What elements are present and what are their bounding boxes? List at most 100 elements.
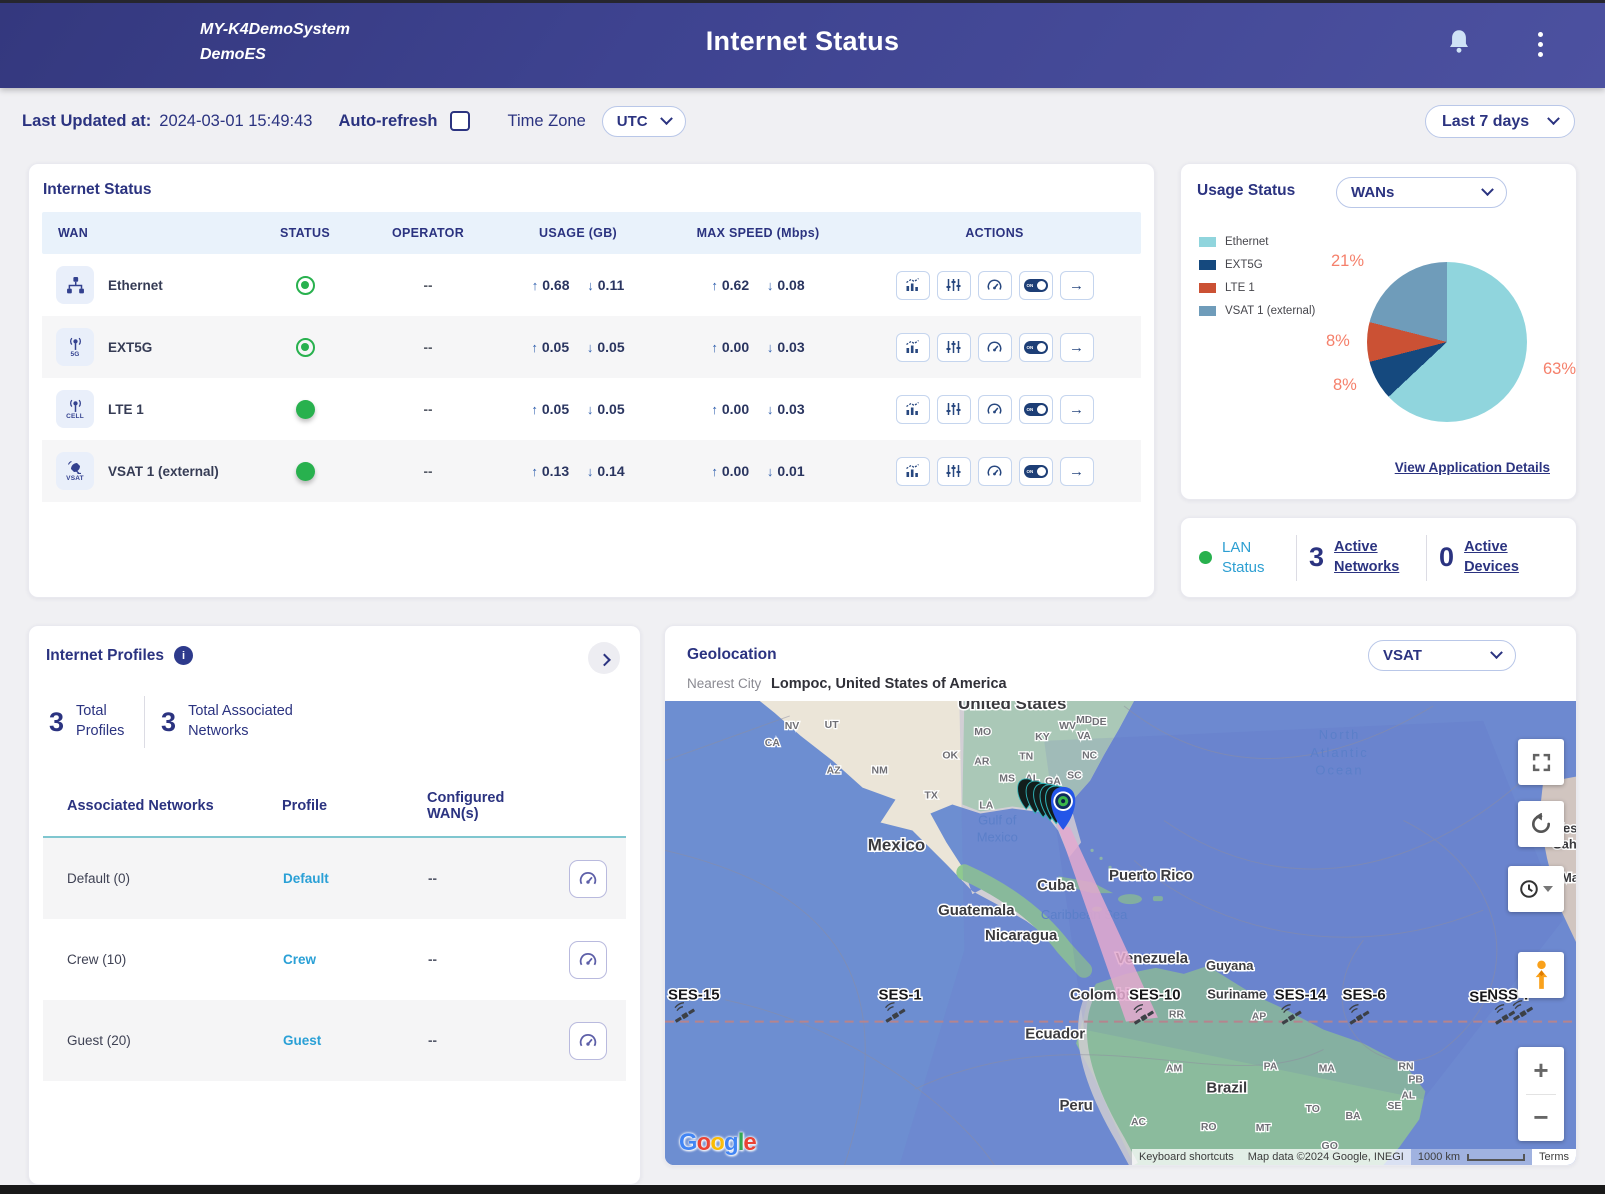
operator-cell: -- xyxy=(368,464,488,479)
legend-swatch xyxy=(1199,237,1216,247)
notifications-button[interactable] xyxy=(1443,28,1475,60)
wan-enable-toggle[interactable]: ON xyxy=(1019,271,1053,300)
state-label: MO xyxy=(974,727,991,738)
associated-network: Default (0) xyxy=(43,871,258,886)
usage-upload: 0.68 xyxy=(542,277,569,293)
divider xyxy=(1296,535,1297,581)
internet-status-card: Internet Status WAN STATUS OPERATOR USAG… xyxy=(28,163,1155,598)
wan-speedtest-button[interactable] xyxy=(978,457,1012,486)
profile-speed-button[interactable] xyxy=(569,941,607,979)
active-devices-link[interactable]: Active Devices xyxy=(1464,538,1544,577)
col-configured-wans: Configured WAN(s) xyxy=(403,790,543,822)
pie-label: 8% xyxy=(1326,332,1350,351)
window-top-edge xyxy=(0,0,1605,3)
wan-type-badge: VSAT xyxy=(66,475,84,482)
configured-wans: -- xyxy=(403,1033,543,1048)
wan-enable-toggle[interactable]: ON xyxy=(1019,333,1053,362)
chevron-down-icon xyxy=(1547,112,1560,125)
date-range-value: Last 7 days xyxy=(1442,113,1529,131)
wan-cell: CELL LTE 1 xyxy=(42,390,242,428)
state-label: AM xyxy=(1166,1063,1183,1074)
water-label: North xyxy=(1319,727,1361,742)
satellite-label: SES-1 xyxy=(879,987,922,1004)
view-application-details-link[interactable]: View Application Details xyxy=(1395,460,1550,475)
wan-enable-toggle[interactable]: ON xyxy=(1019,395,1053,424)
divider xyxy=(144,696,145,748)
last-updated-label: Last Updated at: xyxy=(22,112,151,131)
active-networks-link[interactable]: Active Networks xyxy=(1334,538,1414,577)
map-data-attribution: Map data ©2024 Google, INEGI xyxy=(1241,1149,1411,1165)
wan-stats-button[interactable] xyxy=(896,457,930,486)
wan-enable-toggle[interactable]: ON xyxy=(1019,457,1053,486)
state-label: MS xyxy=(999,774,1015,785)
active-devices-count: 0 xyxy=(1439,542,1454,573)
status-connected-icon xyxy=(296,276,315,295)
wan-stats-button[interactable] xyxy=(896,333,930,362)
nearest-city-value: Lompoc, United States of America xyxy=(771,676,1007,692)
terms-link[interactable]: Terms xyxy=(1532,1149,1576,1165)
wan-type-badge: 5G xyxy=(70,351,79,358)
pegman-button[interactable] xyxy=(1518,952,1564,998)
profile-speed-button[interactable] xyxy=(569,1022,607,1060)
wan-configure-button[interactable] xyxy=(937,395,971,424)
usage-cell: 0.13 0.14 xyxy=(488,463,668,479)
fullscreen-button[interactable] xyxy=(1518,739,1564,785)
usage-scope-select[interactable]: WANs xyxy=(1336,177,1507,208)
state-label: OK xyxy=(942,751,958,762)
wan-stats-button[interactable] xyxy=(896,395,930,424)
cellular-antenna-icon: CELL xyxy=(56,390,94,428)
wan-stats-button[interactable] xyxy=(896,271,930,300)
toggle-on-icon: ON xyxy=(1024,403,1048,416)
last-updated-value: 2024-03-01 15:49:43 xyxy=(159,112,312,131)
wan-details-button[interactable] xyxy=(1060,395,1094,424)
state-label: MT xyxy=(1256,1123,1272,1134)
usage-scope-value: WANs xyxy=(1351,184,1394,201)
time-zone-select[interactable]: UTC xyxy=(602,106,686,137)
wan-cell: VSAT VSAT 1 (external) xyxy=(42,452,242,490)
auto-refresh-checkbox[interactable] xyxy=(450,111,470,131)
state-label: RN xyxy=(1398,1061,1413,1072)
overflow-menu-button[interactable] xyxy=(1527,28,1553,60)
toggle-on-icon: ON xyxy=(1024,341,1048,354)
profile-row: Guest (20) Guest -- xyxy=(43,1000,626,1081)
wan-details-button[interactable] xyxy=(1060,271,1094,300)
legend-swatch xyxy=(1199,306,1216,316)
zoom-out-button[interactable]: − xyxy=(1518,1095,1564,1142)
wan-details-button[interactable] xyxy=(1060,457,1094,486)
sliders-icon xyxy=(945,401,962,417)
wan-configure-button[interactable] xyxy=(937,333,971,362)
total-profiles-count: 3 xyxy=(49,707,64,738)
wan-speedtest-button[interactable] xyxy=(978,271,1012,300)
google-map[interactable]: United States Mexico Guatemala Nicaragua… xyxy=(665,701,1576,1165)
page-title: Internet Status xyxy=(0,26,1605,57)
legend-item: VSAT 1 (external) xyxy=(1199,299,1315,322)
speedometer-icon xyxy=(986,401,1003,417)
profile-link[interactable]: Guest xyxy=(258,1033,403,1048)
zoom-in-button[interactable]: + xyxy=(1518,1047,1564,1094)
wan-speedtest-button[interactable] xyxy=(978,395,1012,424)
wan-configure-button[interactable] xyxy=(937,271,971,300)
chevron-down-icon xyxy=(1543,886,1553,892)
date-range-select[interactable]: Last 7 days xyxy=(1425,105,1575,138)
profiles-table-header: Associated Networks Profile Configured W… xyxy=(43,776,626,838)
legend-item: EXT5G xyxy=(1199,253,1315,276)
profiles-table: Associated Networks Profile Configured W… xyxy=(43,776,626,1081)
keyboard-shortcuts-link[interactable]: Keyboard shortcuts xyxy=(1132,1149,1241,1165)
wan-details-button[interactable] xyxy=(1060,333,1094,362)
wan-configure-button[interactable] xyxy=(937,457,971,486)
profile-link[interactable]: Default xyxy=(258,871,403,886)
chevron-down-icon xyxy=(1481,183,1494,196)
profile-link[interactable]: Crew xyxy=(258,952,403,967)
expand-profiles-button[interactable] xyxy=(588,642,620,674)
profile-speed-button[interactable] xyxy=(569,860,607,898)
geo-source-select[interactable]: VSAT xyxy=(1368,640,1516,671)
speedometer-icon xyxy=(986,277,1003,293)
info-icon[interactable] xyxy=(174,646,193,665)
reset-rotation-button[interactable] xyxy=(1518,801,1564,847)
arrow-right-icon xyxy=(1069,401,1084,418)
water-label: Caribbean Sea xyxy=(1041,907,1128,922)
profiles-stats: 3 Total Profiles 3 Total Associated Netw… xyxy=(49,696,338,748)
time-slider-button[interactable] xyxy=(1508,866,1564,912)
chevron-down-icon xyxy=(1490,646,1503,659)
wan-speedtest-button[interactable] xyxy=(978,333,1012,362)
